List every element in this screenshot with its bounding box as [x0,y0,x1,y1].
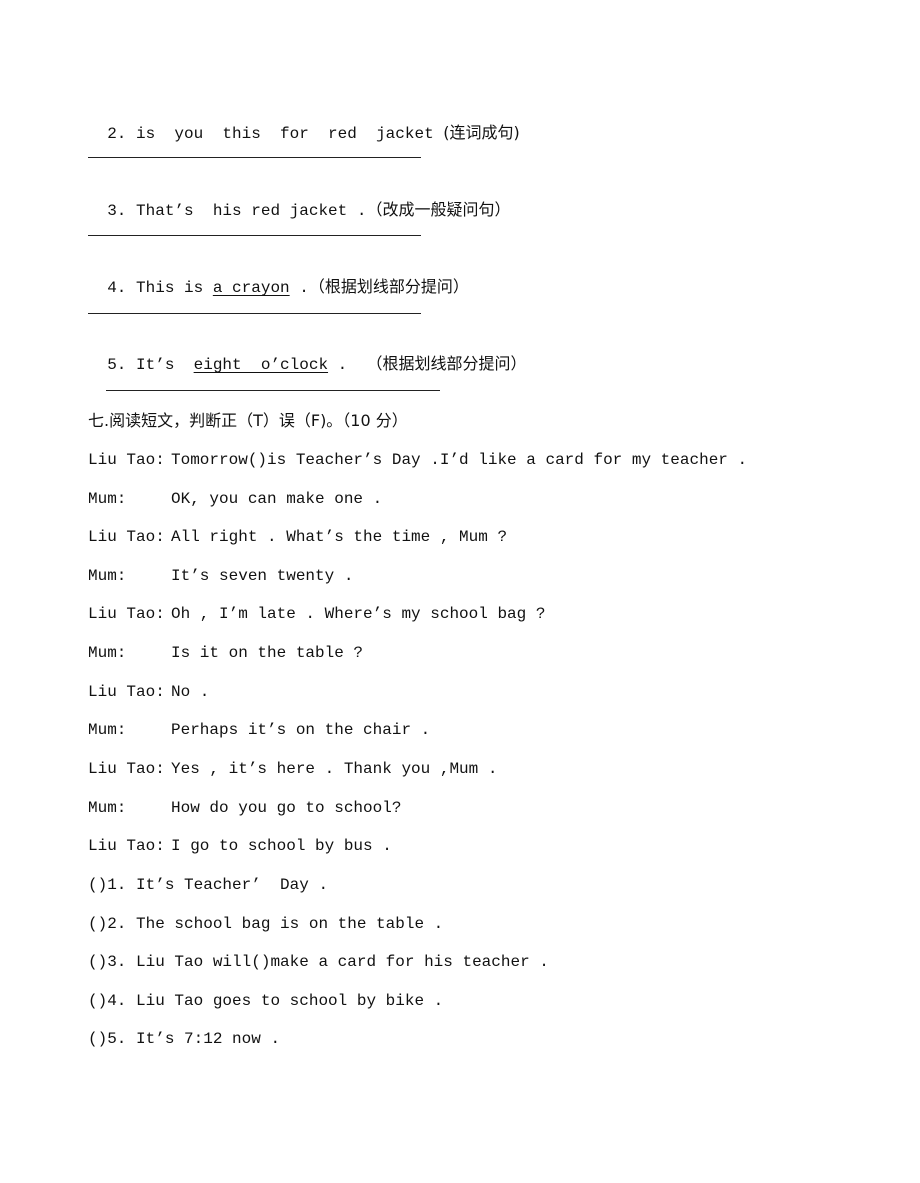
statement-number: 2. [107,915,127,933]
dialogue-text: Yes , it’s here . Thank you ,Mum . [171,760,498,778]
dialogue-text: All right . What’s the time , Mum ? [171,528,508,546]
question-number: 5. [107,356,127,374]
question-text: is you this for red jacket [136,125,434,143]
question-number: 4. [107,279,127,297]
dialogue-line: Liu Tao: Tomorrow()is Teacher’s Day .I’d … [88,450,747,470]
answer-line-5[interactable] [106,390,440,391]
underlined-phrase: eight o’clock [193,356,329,374]
speaker-label: Liu Tao: [88,837,165,855]
statement-text: Liu Tao goes to school by bike . [136,992,444,1010]
statement-text: It’s Teacher’ Day . [136,876,329,894]
speaker-label: Liu Tao: [88,451,165,469]
speaker-label: Mum: [88,567,127,585]
answer-blank[interactable]: () [88,953,107,971]
speaker-label: Liu Tao: [88,760,165,778]
dialogue-text: Is it on the table ? [171,644,364,662]
underlined-phrase: a crayon [212,279,290,297]
statement-item: ()3. Liu Tao will()make a card for his t… [88,952,549,972]
question-prefix: This is [136,279,213,297]
dialogue-line: Liu Tao: All right . What’s the time , Mu… [88,527,507,547]
question-number: 3. [107,202,127,220]
dialogue-line: Mum: How do you go to school? [88,798,401,818]
speaker-label: Liu Tao: [88,528,165,546]
dialogue-line: Liu Tao: Oh , I’m late . Where’s my schoo… [88,604,545,624]
section-title: 七.阅读短文，判断正（T）误（F)。（10 分） [88,411,408,430]
statement-number: 1. [107,876,127,894]
dialogue-line: Mum: Perhaps it’s on the chair . [88,720,430,740]
dialogue-text: OK, you can make one . [171,490,383,508]
answer-blank[interactable]: () [88,1030,107,1048]
dialogue-line: Liu Tao: Yes , it’s here . Thank you ,Mum… [88,759,497,779]
speaker-label: Liu Tao: [88,605,165,623]
answer-blank[interactable]: () [88,876,107,894]
dialogue-text: Tomorrow()is Teacher’s Day .I’d like a c… [171,451,748,469]
answer-line-4[interactable] [88,313,421,314]
speaker-label: Mum: [88,644,127,662]
dialogue-line: Mum: It’s seven twenty . [88,566,353,586]
statement-text: The school bag is on the table . [136,915,444,933]
dialogue-text: Perhaps it’s on the chair . [171,721,431,739]
question-instruction: (连词成句) [443,123,520,142]
statement-text: It’s 7:12 now . [136,1030,281,1048]
dialogue-text: Oh , I’m late . Where’s my school bag ? [171,605,546,623]
question-instruction: （改成一般疑问句） [366,200,511,219]
question-prefix: It’s [136,356,194,374]
statement-text: Liu Tao will()make a card for his teache… [136,953,549,971]
dialogue-text: No . [171,683,210,701]
answer-blank[interactable]: () [88,915,107,933]
question-number: 2. [107,125,127,143]
answer-line-2[interactable] [88,157,421,158]
speaker-label: Mum: [88,799,127,817]
answer-blank[interactable]: () [88,992,107,1010]
question-3: 3. That’s his red jacket .（改成一般疑问句） [88,180,510,220]
dialogue-line: Liu Tao: No . [88,682,209,702]
speaker-label: Mum: [88,721,127,739]
question-suffix: . [289,279,309,297]
question-2: 2. is you this for red jacket (连词成句) [88,103,520,143]
speaker-label: Mum: [88,490,127,508]
statement-number: 3. [107,953,127,971]
statement-number: 4. [107,992,127,1010]
statement-item: ()5. It’s 7:12 now . [88,1029,280,1049]
dialogue-text: I go to school by bus . [171,837,392,855]
question-5: 5. It’s eight o’clock . （根据划线部分提问） [88,334,526,374]
question-suffix: . [328,356,367,374]
speaker-label: Liu Tao: [88,683,165,701]
dialogue-text: How do you go to school? [171,799,402,817]
statement-item: ()4. Liu Tao goes to school by bike . [88,991,443,1011]
dialogue-line: Liu Tao: I go to school by bus . [88,836,392,856]
statement-number: 5. [107,1030,127,1048]
question-4: 4. This is a crayon .（根据划线部分提问） [88,257,469,297]
dialogue-line: Mum: Is it on the table ? [88,643,363,663]
question-instruction: （根据划线部分提问） [366,354,527,373]
question-text: That’s his red jacket . [136,202,367,220]
dialogue-line: Mum: OK, you can make one . [88,489,382,509]
dialogue-text: It’s seven twenty . [171,567,354,585]
statement-item: ()1. It’s Teacher’ Day . [88,875,328,895]
answer-line-3[interactable] [88,235,421,236]
question-instruction: （根据划线部分提问） [308,277,469,296]
statement-item: ()2. The school bag is on the table . [88,914,443,934]
